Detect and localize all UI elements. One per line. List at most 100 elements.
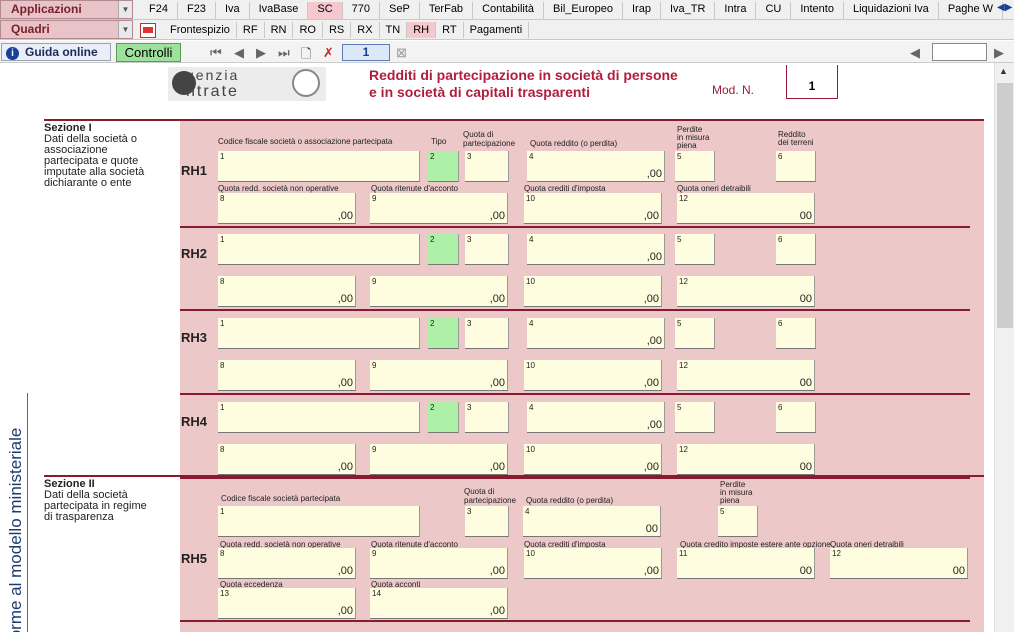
quota-ritenute-field[interactable]: 9,00 [370,360,508,391]
quota-ritenute-field-s2[interactable]: 9,00 [370,548,508,579]
prev-page-icon[interactable]: ◀ [234,45,244,61]
quota-ritenute-field[interactable]: 9,00 [370,276,508,307]
quota-part-field[interactable]: 3 [465,151,509,182]
tab-paghe-w[interactable]: Paghe W [939,2,1004,19]
tipo-field[interactable]: 2 [428,402,459,433]
chevron-down-icon[interactable]: ▼ [118,1,132,18]
reddito-terreni-field[interactable]: 6 [776,234,816,265]
tipo-field[interactable]: 2 [428,318,459,349]
quota-reddito-field[interactable]: 4,00 [527,402,665,433]
quota-non-op-field[interactable]: 8,00 [218,444,356,475]
quota-oneri-field[interactable]: 12 00 [677,276,815,307]
tab-bil-europeo[interactable]: Bil_Europeo [544,2,623,19]
quota-non-op-field-s2[interactable]: 8,00 [218,548,356,579]
guida-online-button[interactable]: i Guida online [1,43,111,61]
first-page-icon[interactable]: ⏮ [210,45,222,61]
quota-reddito-field[interactable]: 4,00 [527,318,665,349]
module-number-field[interactable]: 1 [342,44,390,61]
vertical-scrollbar[interactable]: ▲ [994,63,1014,632]
reddito-terreni-field[interactable]: 6 [776,402,816,433]
scroll-up-icon[interactable]: ▲ [999,66,1008,76]
subtab-tn[interactable]: TN [380,22,408,38]
tab-sep[interactable]: SeP [380,2,420,19]
quota-ritenute-field[interactable]: 9,00 [370,193,508,224]
quota-reddito-field[interactable]: 4,00 [527,151,665,182]
tipo-field[interactable]: 2 [428,234,459,265]
quota-crediti-field[interactable]: 10,00 [524,193,662,224]
perdite-field[interactable]: 5 [675,151,715,182]
quota-crediti-field[interactable]: 10,00 [524,360,662,391]
delete-page-icon[interactable]: ✗ [323,45,334,61]
quota-non-op-field[interactable]: 8,00 [218,360,356,391]
scrollbar-thumb[interactable] [997,83,1013,328]
quota-non-op-field[interactable]: 8,00 [218,193,356,224]
header-quota-part-s2-2: partecipazione [464,496,517,505]
last-page-icon[interactable]: ⏭ [278,45,290,61]
cf-field[interactable]: 1 [218,151,420,182]
quota-reddito-field[interactable]: 4,00 [527,234,665,265]
quota-part-field-s2[interactable]: 3 [465,506,509,537]
perdite-field-s2[interactable]: 5 [718,506,758,537]
subtab-frontespizio[interactable]: Frontespizio [164,22,237,38]
cf-field[interactable]: 1 [218,402,420,433]
quota-ritenute-field[interactable]: 9,00 [370,444,508,475]
quadri-dropdown[interactable]: Quadri ▼ [0,20,133,39]
quota-oneri-field[interactable]: 12 00 [677,193,815,224]
controlli-button[interactable]: Controlli [116,43,181,62]
tab-sc[interactable]: SC [308,2,343,19]
quota-part-field[interactable]: 3 [465,402,509,433]
tab-cu[interactable]: CU [756,2,792,19]
tab-intra[interactable]: Intra [715,2,757,19]
prev-icon[interactable]: ◀ [910,45,920,61]
tab-ivabase[interactable]: IvaBase [250,2,309,19]
quota-oneri-field[interactable]: 12 00 [677,360,815,391]
cf-field[interactable]: 1 [218,234,420,265]
tab-scroll-arrows-icon[interactable]: ◀▶ [997,2,1012,13]
tab-contabilit-[interactable]: Contabilità [473,2,545,19]
applicazioni-dropdown[interactable]: Applicazioni ▼ [0,0,133,19]
next-icon[interactable]: ▶ [994,45,1004,61]
tab-iva-tr[interactable]: Iva_TR [661,2,716,19]
quota-acconti-field[interactable]: 14,00 [370,588,508,619]
tab-f24[interactable]: F24 [140,2,178,19]
quota-crediti-field-s2[interactable]: 10,00 [524,548,662,579]
subtab-ro[interactable]: RO [293,22,323,38]
tab-770[interactable]: 770 [343,2,381,19]
quota-credito-estere-field[interactable]: 11 00 [677,548,815,579]
perdite-field[interactable]: 5 [675,402,715,433]
perdite-field[interactable]: 5 [675,234,715,265]
quota-part-field[interactable]: 3 [465,234,509,265]
quota-reddito-field-s2[interactable]: 4 00 [523,506,661,537]
subtab-rt[interactable]: RT [436,22,464,38]
quota-oneri-field[interactable]: 12 00 [677,444,815,475]
tab-terfab[interactable]: TerFab [420,2,474,19]
subtab-rn[interactable]: RN [265,22,294,38]
cf-field-s2[interactable]: 1 [218,506,420,537]
tab-iva[interactable]: Iva [216,2,250,19]
chevron-down-icon[interactable]: ▼ [118,21,132,38]
quota-crediti-field[interactable]: 10,00 [524,444,662,475]
quota-crediti-field[interactable]: 10,00 [524,276,662,307]
pdf-icon[interactable] [140,22,156,38]
reddito-terreni-field[interactable]: 6 [776,151,816,182]
tab-irap[interactable]: Irap [623,2,661,19]
tab-liquidazioni-iva[interactable]: Liquidazioni Iva [844,2,939,19]
field-number: 12 [679,361,688,370]
tab-intento[interactable]: Intento [791,2,844,19]
cf-field[interactable]: 1 [218,318,420,349]
subtab-rx[interactable]: RX [351,22,380,38]
quota-oneri-field-s2[interactable]: 12 00 [830,548,968,579]
next-page-icon[interactable]: ▶ [256,45,266,61]
quota-eccedenza-field[interactable]: 13,00 [218,588,356,619]
reddito-terreni-field[interactable]: 6 [776,318,816,349]
tab-f23[interactable]: F23 [178,2,216,19]
quota-part-field[interactable]: 3 [465,318,509,349]
subtab-rf[interactable]: RF [237,22,265,38]
subtab-pagamenti[interactable]: Pagamenti [464,22,530,38]
perdite-field[interactable]: 5 [675,318,715,349]
subtab-rs[interactable]: RS [323,22,352,38]
page-input[interactable] [932,43,987,61]
quota-non-op-field[interactable]: 8,00 [218,276,356,307]
subtab-rh[interactable]: RH [407,22,437,38]
tipo-field[interactable]: 2 [428,151,459,182]
